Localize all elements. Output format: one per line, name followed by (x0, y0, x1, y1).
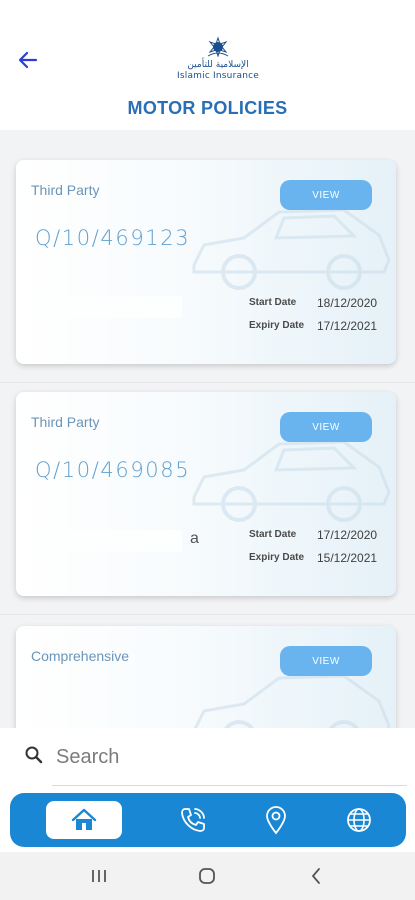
redacted-name-mask (34, 296, 182, 318)
nav-language-button[interactable] (339, 801, 379, 839)
view-button[interactable]: VIEW (280, 646, 372, 676)
arrow-left-icon (18, 51, 38, 69)
logo-text-arabic: الإسلامية للتأمين (187, 60, 249, 70)
page-title: MOTOR POLICIES (127, 98, 288, 118)
system-navigation-bar (0, 852, 415, 900)
policy-card[interactable]: Third Party VIEW Q/10/469085 a Start Dat… (16, 392, 396, 596)
policy-card[interactable]: Comprehensive VIEW (16, 626, 396, 730)
policy-type: Third Party (31, 414, 100, 430)
search-bar (0, 728, 415, 790)
recent-apps-icon (92, 870, 106, 882)
expiry-date-label: Expiry Date (249, 320, 305, 331)
system-home-button[interactable] (195, 866, 219, 886)
policy-number: Q/10/469085 (35, 458, 191, 482)
list-divider (0, 382, 415, 383)
logo-text-english: Islamic Insurance (177, 71, 259, 81)
list-divider (0, 614, 415, 615)
redacted-name-mask (34, 530, 182, 552)
expiry-date-value: 17/12/2021 (317, 319, 378, 333)
expiry-date-value: 15/12/2021 (317, 551, 378, 565)
holder-name-visible-part: a (190, 530, 199, 547)
bottom-navigation (10, 793, 406, 847)
nav-home-button[interactable] (46, 801, 122, 839)
app-header: الإسلامية للتأمين Islamic Insurance MOTO… (0, 0, 415, 130)
start-date-value: 17/12/2020 (317, 528, 378, 542)
policy-holder-name (34, 296, 182, 318)
start-date-label: Start Date (249, 297, 297, 308)
chevron-left-icon (311, 868, 320, 884)
view-button[interactable]: VIEW (280, 180, 372, 210)
policy-number: Q/10/469123 (35, 226, 191, 250)
home-icon (71, 808, 97, 830)
islamic-insurance-logo: الإسلامية للتأمين Islamic Insurance (168, 36, 268, 86)
policy-card[interactable]: Third Party VIEW Q/10/469123 Start Date … (16, 160, 396, 364)
expiry-date-label: Expiry Date (249, 552, 305, 563)
search-input[interactable] (56, 742, 356, 772)
search-icon (25, 746, 43, 764)
search-underline (52, 785, 407, 786)
policy-type: Comprehensive (31, 648, 130, 664)
globe-icon (347, 808, 371, 832)
policy-list[interactable]: Third Party VIEW Q/10/469123 Start Date … (0, 130, 415, 730)
back-button[interactable] (16, 48, 40, 72)
start-date-label: Start Date (249, 529, 297, 540)
policy-type: Third Party (31, 182, 100, 198)
phone-icon (181, 808, 205, 832)
nav-location-button[interactable] (256, 801, 296, 839)
location-pin-icon (266, 806, 286, 835)
nav-call-button[interactable] (173, 801, 213, 839)
recent-apps-button[interactable] (87, 866, 111, 886)
circle-home-icon (199, 868, 215, 884)
system-back-button[interactable] (304, 866, 328, 886)
logo-emblem-icon (207, 36, 229, 58)
start-date-value: 18/12/2020 (317, 296, 378, 310)
policy-holder-name: a (34, 530, 199, 552)
view-button[interactable]: VIEW (280, 412, 372, 442)
